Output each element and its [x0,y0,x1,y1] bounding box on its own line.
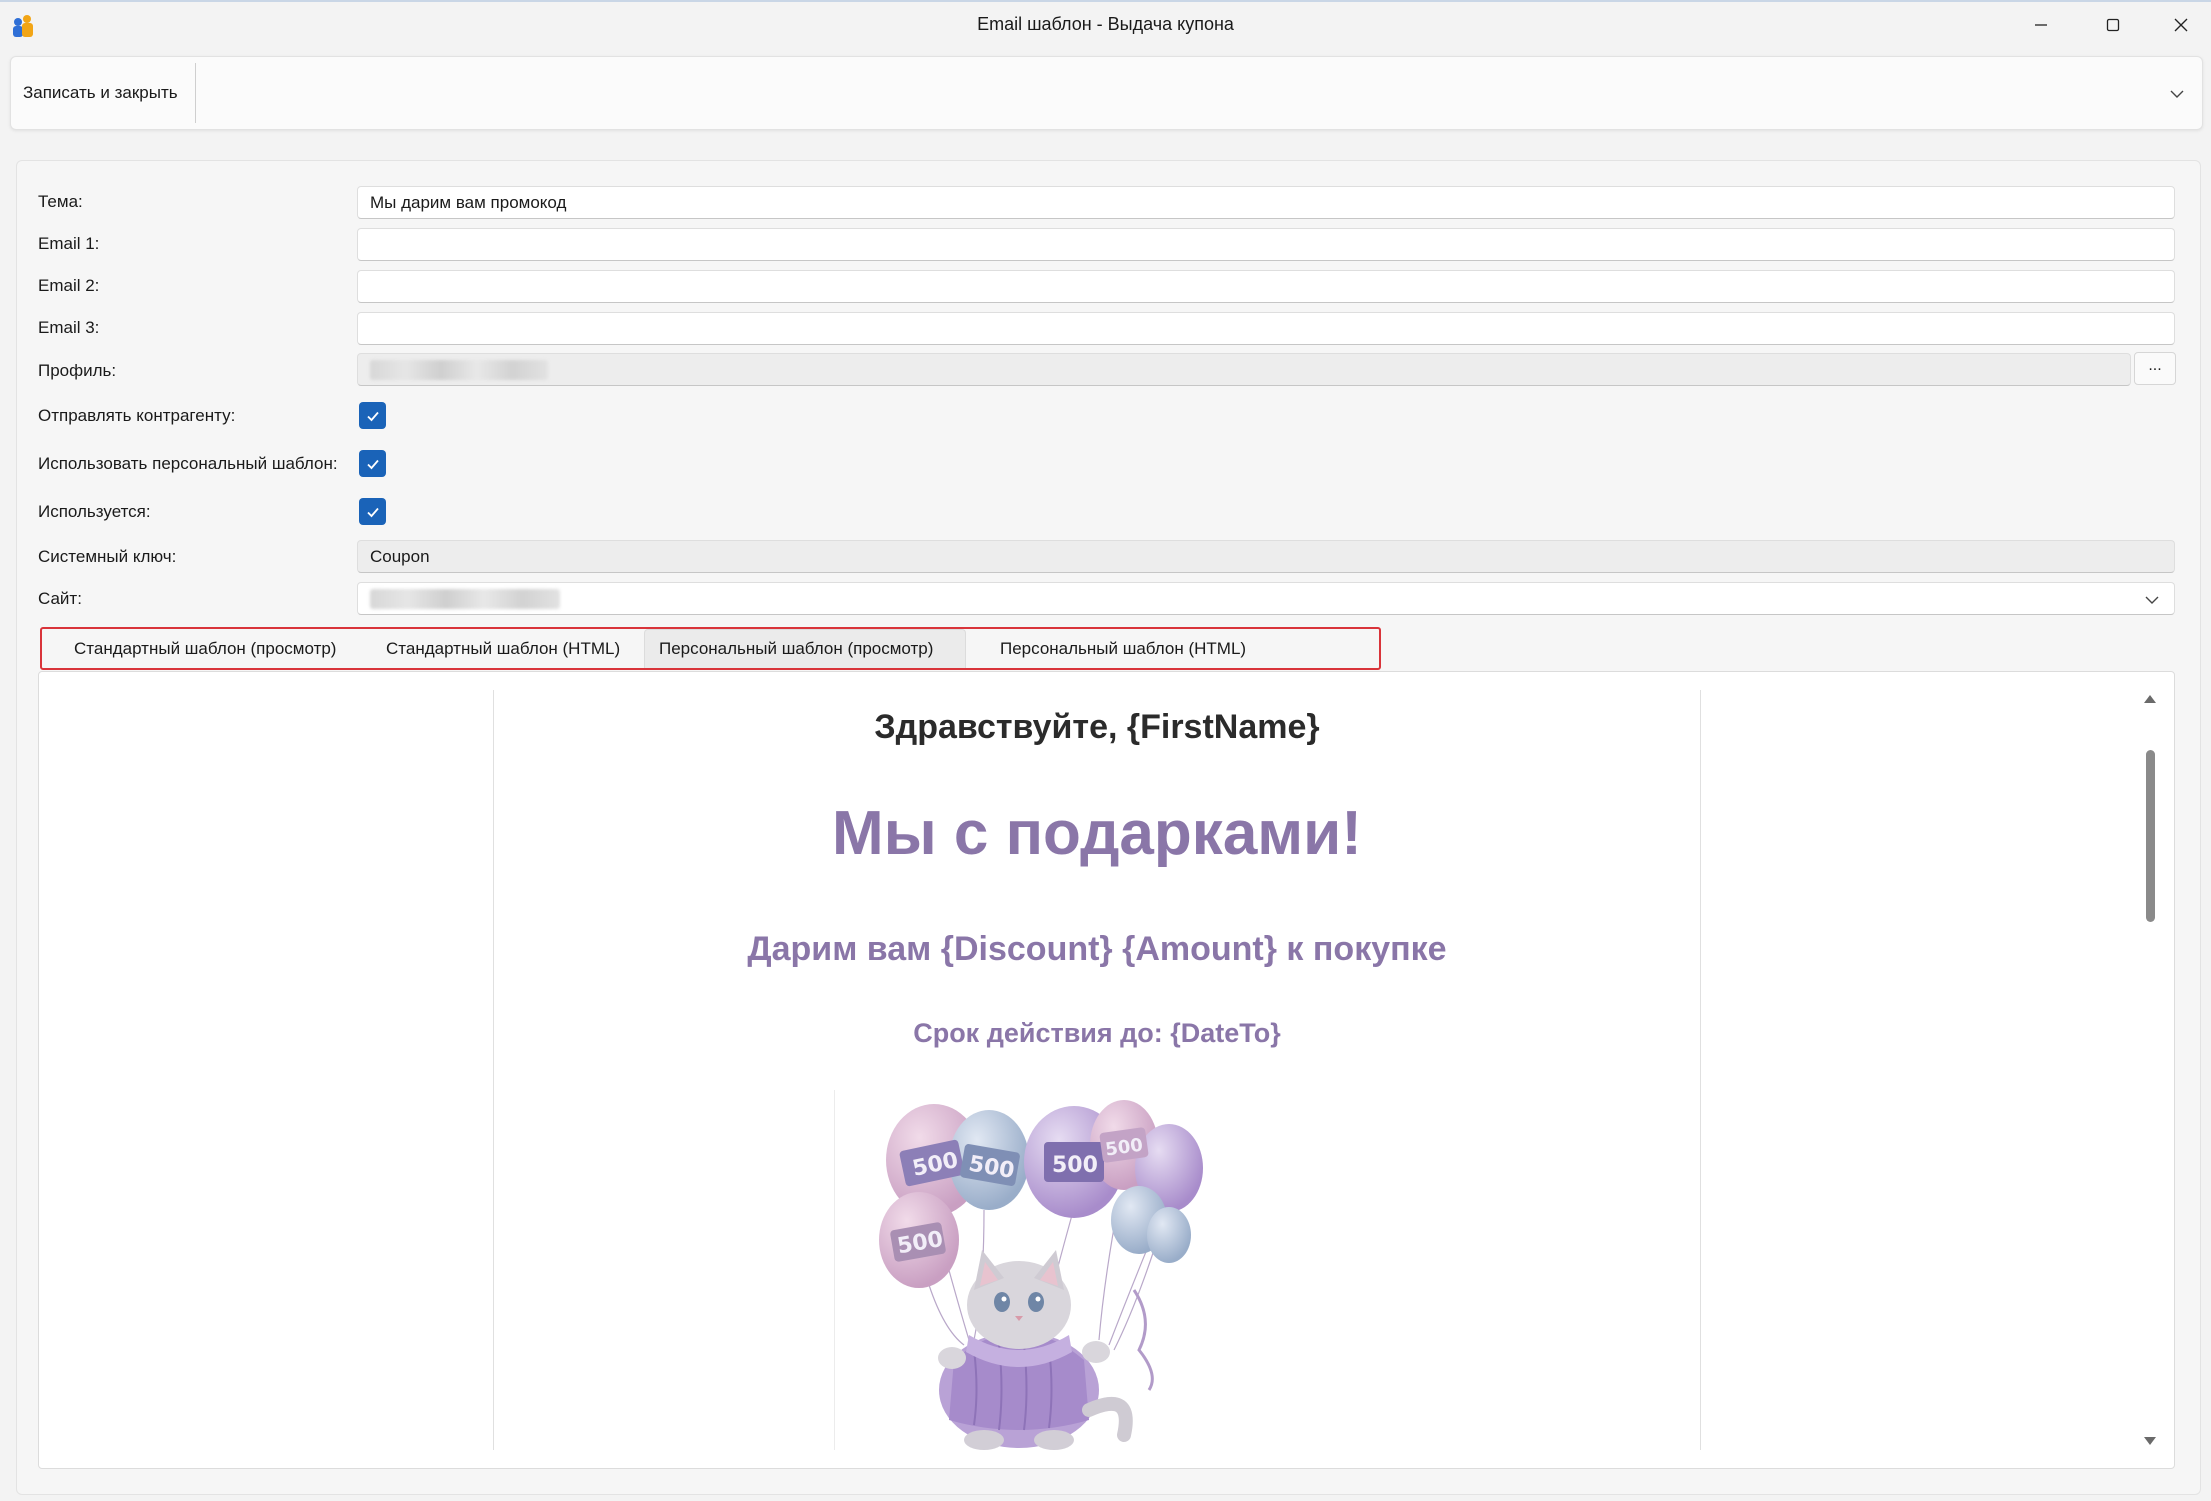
headline-text: Мы с подарками! [832,799,1362,868]
redacted-site-value [370,588,560,609]
preview-scrollbar[interactable] [2139,690,2161,1450]
email2-input[interactable] [357,270,2175,303]
in-use-label: Используется: [38,502,151,521]
email3-input[interactable] [357,312,2175,345]
maximize-icon [2106,18,2120,32]
checkmark-icon [366,507,379,517]
maximize-button[interactable] [2078,2,2148,48]
greeting-text: Здравствуйте, {FirstName} [874,708,1320,746]
checkmark-icon [366,459,379,469]
use-personal-template-checkbox[interactable] [359,450,386,477]
site-label: Сайт: [38,589,82,608]
template-tabs: Стандартный шаблон (просмотр) Стандартны… [40,627,1381,670]
email2-label: Email 2: [38,276,100,295]
checkmark-icon [366,411,379,421]
balloon-label: 500 [1052,1153,1098,1178]
close-button[interactable] [2146,2,2211,48]
profile-select-button[interactable]: ... [2134,352,2176,385]
scroll-down-arrow-icon[interactable] [2142,1434,2158,1448]
in-use-checkbox[interactable] [359,498,386,525]
chevron-down-icon[interactable] [2166,83,2188,105]
app-window: Email шаблон - Выдача купона Записать и … [0,0,2211,1501]
chevron-down-icon [2145,596,2159,604]
site-select[interactable] [357,582,2175,615]
subject-input[interactable]: Мы дарим вам промокод [357,186,2175,219]
close-icon [2174,18,2188,32]
scroll-up-arrow-icon[interactable] [2142,692,2158,706]
email1-label: Email 1: [38,234,100,253]
profile-label: Профиль: [38,361,117,380]
cat-with-balloons-image: 500 500 500 500 500 [879,1100,1203,1450]
subject-label: Тема: [38,192,83,211]
email-preview-content: Здравствуйте, {FirstName} Мы с подарками… [59,690,2119,1450]
offer-text: Дарим вам {Discount} {Amount} к покупке [747,930,1447,968]
minimize-button[interactable] [2006,2,2076,48]
send-to-counterparty-label: Отправлять контрагенту: [38,406,236,425]
email3-label: Email 3: [38,318,100,337]
tab-personal-html[interactable]: Персональный шаблон (HTML) [986,629,1260,668]
toolbar-separator [195,63,196,123]
title-bar: Email шаблон - Выдача купона [0,2,2211,50]
window-title: Email шаблон - Выдача купона [977,14,1234,34]
tab-standard-preview[interactable]: Стандартный шаблон (просмотр) [60,629,350,668]
scrollbar-thumb[interactable] [2146,750,2155,922]
redacted-profile-value [370,359,548,380]
column-divider [1700,690,1701,1450]
tab-personal-preview[interactable]: Персональный шаблон (просмотр) [644,629,966,668]
system-key-input[interactable]: Coupon [357,540,2175,573]
tab-standard-html[interactable]: Стандартный шаблон (HTML) [372,629,634,668]
system-key-label: Системный ключ: [38,547,177,566]
profile-input[interactable] [357,353,2131,386]
use-personal-template-label: Использовать персональный шаблон: [38,454,338,473]
email-body: Здравствуйте, {FirstName} Мы с подарками… [494,690,1700,1450]
minimize-icon [2035,24,2047,26]
command-bar: Записать и закрыть [10,56,2203,130]
email1-input[interactable] [357,228,2175,261]
validity-text: Срок действия до: {DateTo} [913,1018,1281,1048]
send-to-counterparty-checkbox[interactable] [359,402,386,429]
save-and-close-button[interactable]: Записать и закрыть [11,57,190,129]
email-preview-frame[interactable]: Здравствуйте, {FirstName} Мы с подарками… [38,671,2175,1469]
